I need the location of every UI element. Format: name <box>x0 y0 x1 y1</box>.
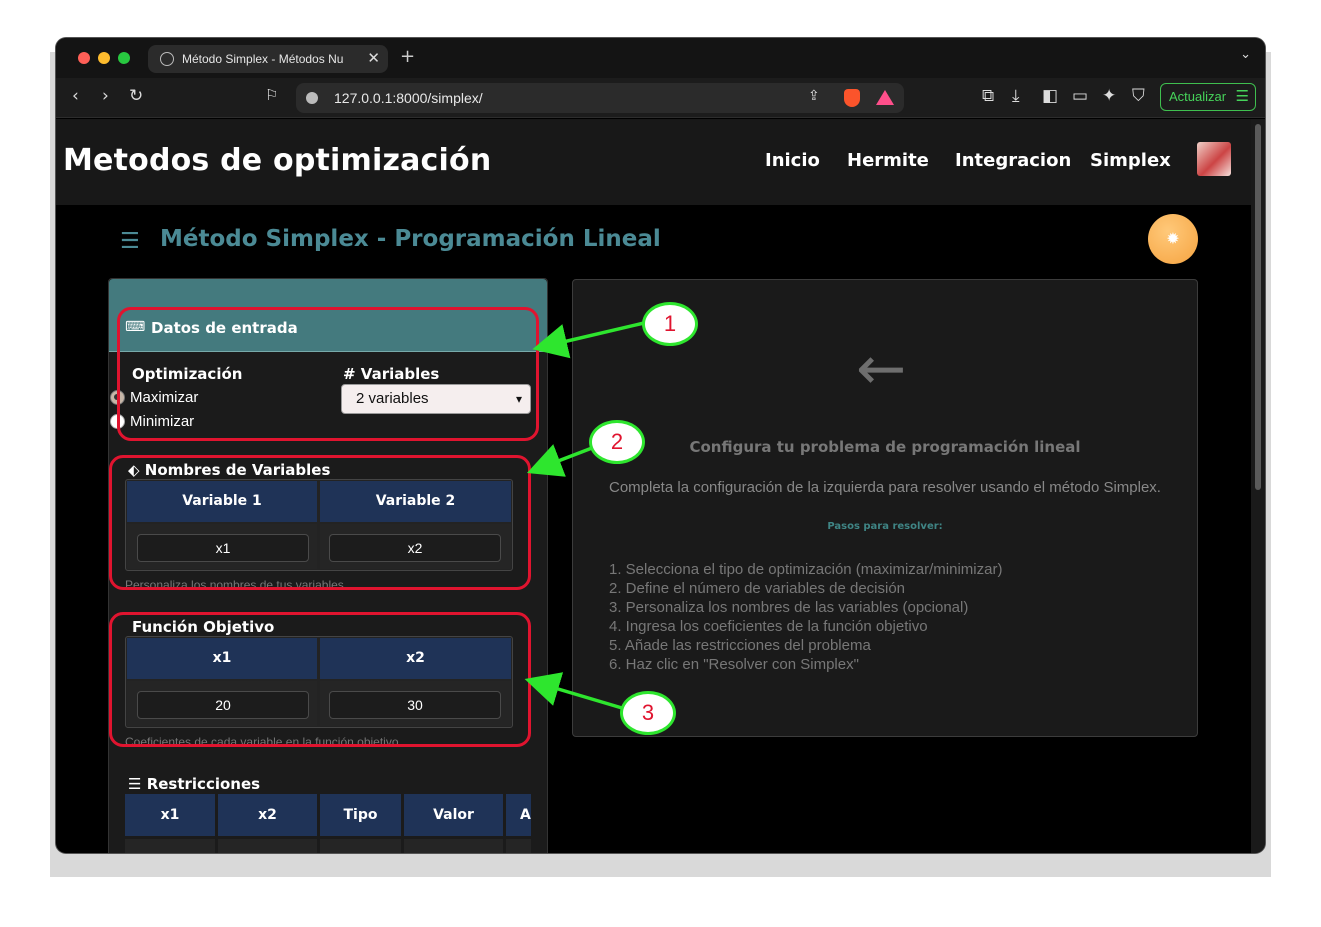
annotation-label-3: 3 <box>620 691 676 735</box>
annotation-arrows <box>524 321 645 710</box>
annotation-arrow-2 <box>526 444 593 477</box>
annotation-label-1: 1 <box>642 302 698 346</box>
annotation-arrow-3 <box>524 672 623 710</box>
annotation-label-2: 2 <box>589 420 645 464</box>
annotation-arrow-1 <box>532 321 645 359</box>
